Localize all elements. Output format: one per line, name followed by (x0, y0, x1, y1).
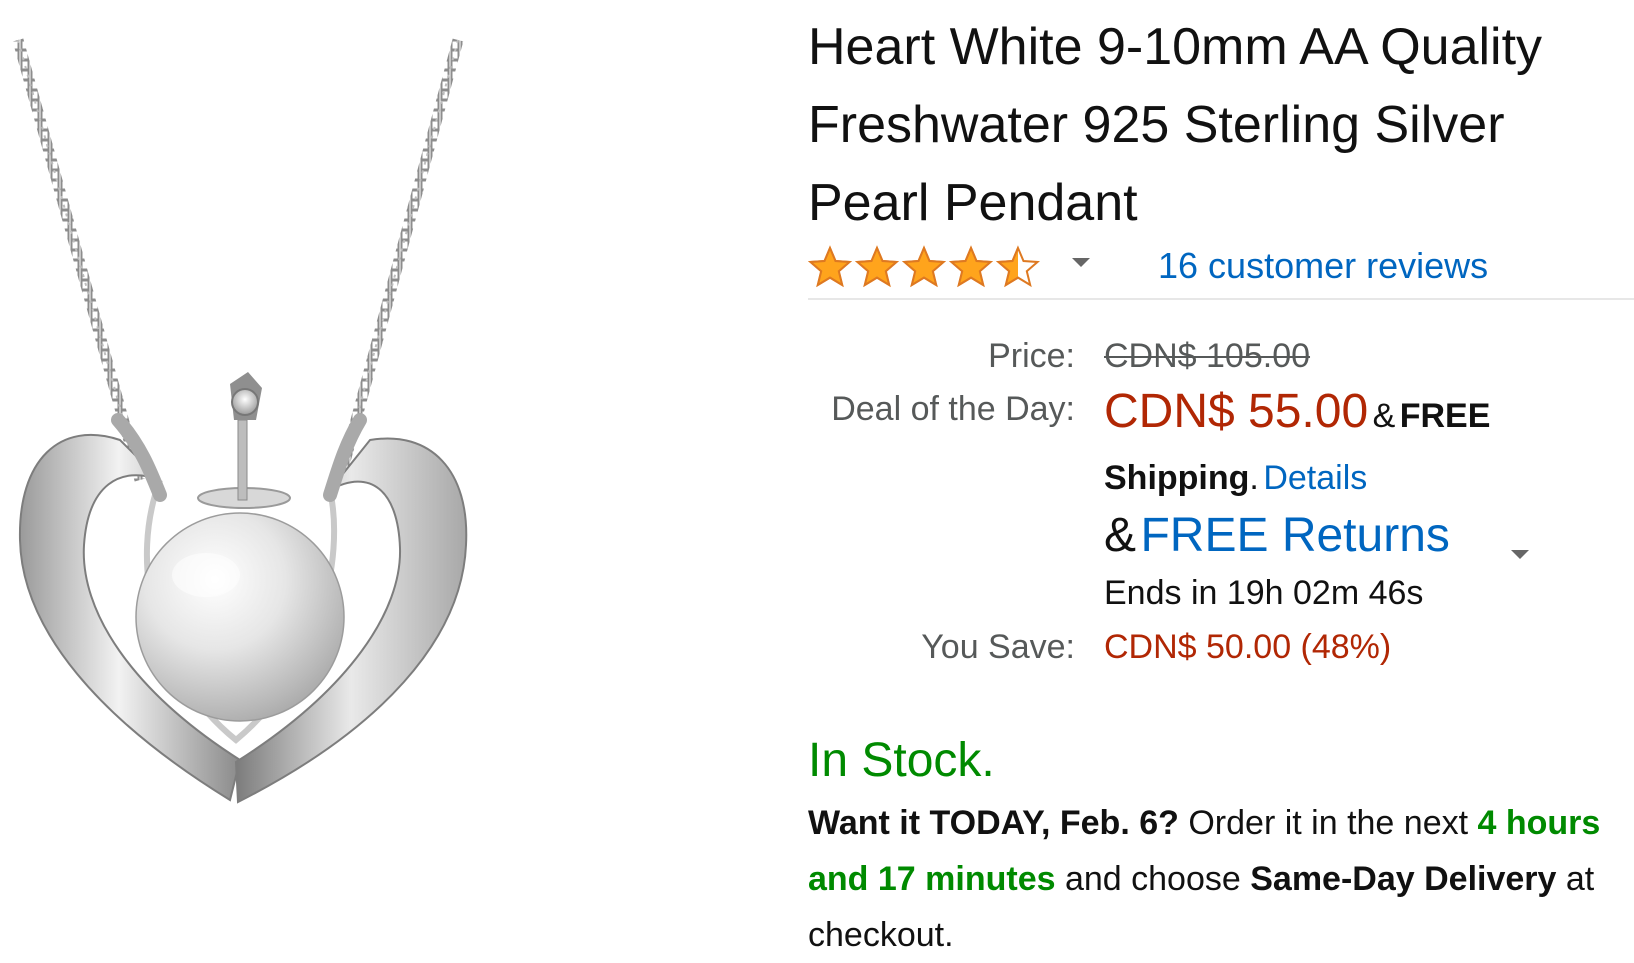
free-shipping-first-word: FREE (1399, 397, 1491, 435)
delivery-choose-text: and choose (1064, 860, 1241, 898)
price-label: Price: (988, 337, 1075, 375)
returns-chevron-down-icon[interactable] (1511, 550, 1529, 559)
shipping-details-link[interactable]: Details (1263, 459, 1367, 497)
star-rating[interactable] (808, 242, 1043, 292)
returns-row: & FREE Returns (1104, 508, 1450, 563)
list-price: CDN$ 105.00 (1104, 337, 1311, 375)
star-full-icon (902, 245, 946, 288)
free-returns-link[interactable]: FREE Returns (1140, 509, 1449, 562)
rating-row: 16 customer reviews (808, 240, 1623, 296)
deal-price: CDN$ 55.00 (1104, 385, 1369, 438)
returns-ampersand: & (1104, 509, 1137, 562)
rating-chevron-down-icon[interactable] (1072, 258, 1090, 267)
save-value: CDN$ 50.00 (48%) (1104, 628, 1392, 666)
product-image[interactable] (0, 0, 480, 962)
shipping-period: . (1249, 459, 1259, 497)
product-title: Heart White 9-10mm AA Quality Freshwater… (808, 18, 1543, 232)
star-full-icon (949, 245, 993, 288)
deal-price-row: CDN$ 55.00 & FREE (1104, 384, 1490, 439)
pearl-heart-pendant-image (12, 38, 468, 804)
delivery-method: Same-Day Delivery (1250, 860, 1557, 898)
availability-status: In Stock. (808, 734, 995, 787)
delivery-order-text: Order it in the next (1188, 804, 1469, 842)
divider (808, 298, 1634, 300)
free-shipping-second-word: Shipping (1104, 459, 1250, 497)
star-full-icon (855, 245, 899, 288)
delivery-lead: Want it TODAY, Feb. 6? (808, 804, 1179, 842)
customer-reviews-link[interactable]: 16 customer reviews (1158, 245, 1488, 287)
save-label: You Save: (921, 628, 1075, 666)
star-half-icon (996, 245, 1040, 288)
deal-countdown: Ends in 19h 02m 46s (1104, 574, 1424, 612)
star-full-icon (808, 245, 852, 288)
shipping-row: Shipping. Details (1104, 459, 1367, 498)
delivery-message: Want it TODAY, Feb. 6? Order it in the n… (808, 795, 1628, 963)
deal-label: Deal of the Day: (831, 390, 1075, 428)
shipping-ampersand: & (1372, 397, 1396, 435)
